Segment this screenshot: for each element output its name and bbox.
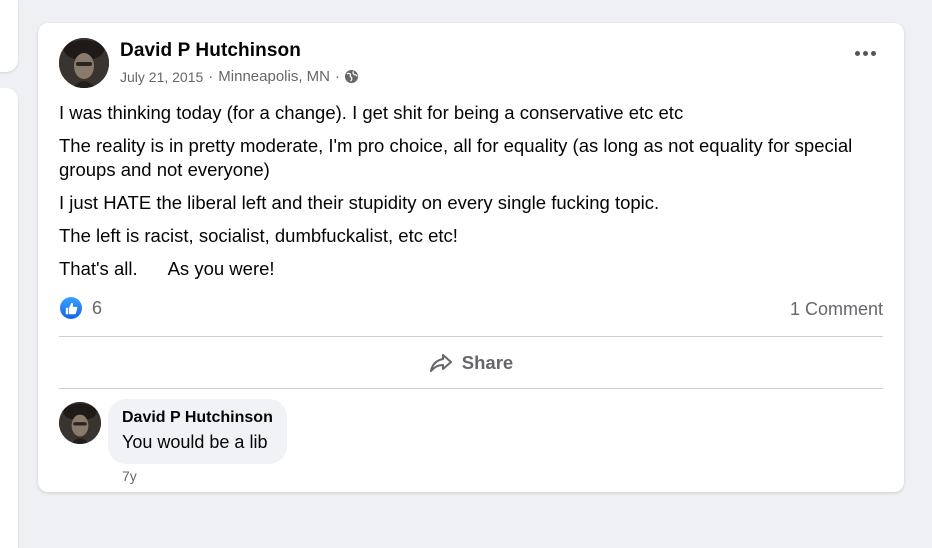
divider bbox=[59, 388, 883, 389]
post-card: David P Hutchinson July 21, 2015 · Minne… bbox=[38, 23, 904, 492]
adjacent-card-top bbox=[0, 0, 18, 72]
post-paragraph: The reality is in pretty moderate, I'm p… bbox=[59, 135, 853, 180]
comment-count-link[interactable]: 1 Comment bbox=[790, 299, 883, 320]
share-label: Share bbox=[461, 352, 514, 373]
post-last-line-part1: That's all. bbox=[59, 258, 138, 279]
post-paragraph-last: That's all. As you were! bbox=[59, 257, 879, 281]
more-options-icon[interactable] bbox=[855, 51, 876, 56]
meta-separator-2: · bbox=[335, 68, 341, 85]
post-paragraph: I just HATE the liberal left and their s… bbox=[59, 192, 660, 213]
author-avatar[interactable] bbox=[59, 38, 109, 88]
meta-separator: · bbox=[208, 68, 214, 85]
post-paragraph: The left is racist, socialist, dumbfucka… bbox=[59, 225, 458, 246]
post-last-line-part2: As you were! bbox=[167, 258, 275, 279]
share-button[interactable]: Share bbox=[38, 341, 904, 385]
author-name[interactable]: David P Hutchinson bbox=[120, 40, 301, 62]
globe-icon bbox=[344, 69, 359, 84]
comment-bubble: David P Hutchinson You would be a lib bbox=[108, 399, 287, 464]
commenter-avatar[interactable] bbox=[59, 402, 101, 444]
reaction-summary[interactable]: 6 bbox=[60, 297, 102, 319]
comment-author[interactable]: David P Hutchinson bbox=[122, 408, 273, 428]
like-icon bbox=[60, 297, 82, 319]
share-icon bbox=[429, 354, 452, 372]
post-paragraph: I was thinking today (for a change). I g… bbox=[59, 102, 684, 123]
post-body: I was thinking today (for a change). I g… bbox=[59, 101, 879, 290]
like-count: 6 bbox=[92, 297, 103, 318]
divider bbox=[59, 336, 883, 337]
post-location[interactable]: Minneapolis, MN bbox=[218, 68, 330, 85]
post-meta: July 21, 2015 · Minneapolis, MN · bbox=[120, 68, 359, 85]
adjacent-card-bottom bbox=[0, 88, 18, 548]
post-date[interactable]: July 21, 2015 bbox=[120, 69, 203, 85]
comment-timestamp[interactable]: 7y bbox=[122, 468, 137, 484]
comment-text: You would be a lib bbox=[122, 432, 268, 452]
